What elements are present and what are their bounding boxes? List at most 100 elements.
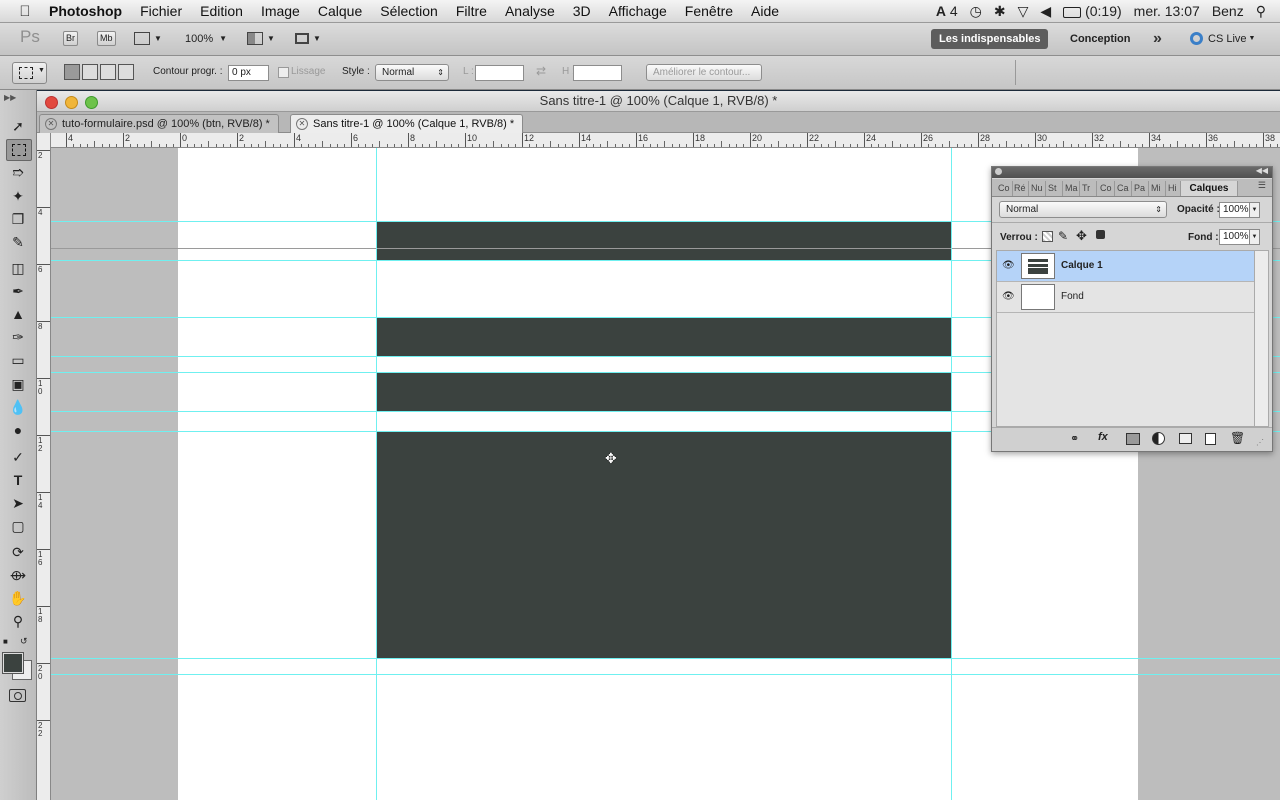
healing-brush-tool-icon[interactable]: ◫: [6, 258, 30, 278]
tab-reglages[interactable]: Ré: [1012, 181, 1029, 196]
hand-tool-icon[interactable]: ✋: [6, 588, 30, 608]
collapse-panel-icon[interactable]: ◀◀: [1256, 166, 1268, 175]
menu-affichage[interactable]: Affichage: [600, 3, 676, 19]
height-input[interactable]: [573, 65, 622, 81]
lock-transparency-icon[interactable]: [1042, 231, 1053, 242]
history-brush-tool-icon[interactable]: ✑: [6, 327, 30, 347]
opacity-slider-toggle[interactable]: ▼: [1249, 202, 1260, 218]
lock-position-icon[interactable]: ✥: [1076, 228, 1087, 244]
resize-grip-icon[interactable]: ⋰: [1256, 438, 1264, 447]
adobe-updates[interactable]: A 4: [936, 3, 958, 19]
guide-horizontal[interactable]: [51, 674, 1280, 675]
menu-filtre[interactable]: Filtre: [447, 3, 496, 19]
add-to-selection-icon[interactable]: [82, 64, 98, 80]
eyedropper-tool-icon[interactable]: ✎: [6, 232, 30, 252]
collapse-tools-icon[interactable]: ▶▶: [4, 93, 16, 102]
type-tool-icon[interactable]: T: [6, 470, 30, 490]
menu-image[interactable]: Image: [252, 3, 309, 19]
tab-nuancier[interactable]: Nu: [1029, 181, 1046, 196]
tab-mini-bridge[interactable]: Mi: [1149, 181, 1166, 196]
new-group-icon[interactable]: [1179, 433, 1192, 444]
link-layers-icon[interactable]: ⚭: [1070, 432, 1079, 445]
tab-styles[interactable]: St: [1046, 181, 1063, 196]
quick-mask-icon[interactable]: [9, 689, 26, 702]
layer-row-calque-1[interactable]: 👁 Calque 1: [997, 251, 1255, 282]
tab-couches[interactable]: Co: [1098, 181, 1115, 196]
zoom-window-icon[interactable]: [85, 96, 98, 109]
menu-aide[interactable]: Aide: [742, 3, 788, 19]
apple-menu-icon[interactable]: : [10, 3, 40, 20]
add-mask-icon[interactable]: [1126, 433, 1140, 445]
pen-tool-icon[interactable]: ✓: [6, 447, 30, 467]
magic-wand-tool-icon[interactable]: ✦: [6, 186, 30, 206]
workspace-conception[interactable]: Conception: [1062, 29, 1139, 49]
foreground-color-swatch[interactable]: [2, 652, 24, 674]
default-colors-icon[interactable]: ■: [3, 637, 8, 646]
swap-colors-icon[interactable]: ↺: [20, 636, 28, 647]
close-panel-icon[interactable]: [995, 168, 1002, 175]
menu-fenetre[interactable]: Fenêtre: [676, 3, 742, 19]
layer-style-icon[interactable]: fx: [1098, 431, 1108, 443]
tab-masques[interactable]: Ma: [1063, 181, 1080, 196]
width-input[interactable]: [475, 65, 524, 81]
time-machine-icon[interactable]: ◷: [970, 3, 982, 20]
fill-input[interactable]: 100%: [1219, 229, 1250, 245]
bluetooth-icon[interactable]: ✱: [994, 3, 1006, 20]
tab-calques[interactable]: Calques: [1180, 181, 1238, 196]
panel-header[interactable]: ◀◀: [992, 166, 1272, 178]
opacity-input[interactable]: 100%: [1219, 202, 1250, 218]
vertical-ruler[interactable]: 2 4 6 8 1 0 1 2 1 4 1 6 1 8 2 0 2 2: [37, 133, 51, 800]
menu-calque[interactable]: Calque: [309, 3, 371, 19]
layers-scrollbar[interactable]: [1254, 250, 1269, 427]
tool-preset-picker[interactable]: ▼: [12, 62, 47, 84]
rect-marquee-tool-icon[interactable]: [6, 139, 32, 161]
menu-photoshop[interactable]: Photoshop: [40, 3, 131, 19]
menu-analyse[interactable]: Analyse: [496, 3, 564, 19]
menu-edition[interactable]: Edition: [191, 3, 252, 19]
brush-tool-icon[interactable]: ✒: [6, 281, 30, 301]
swap-dimensions-icon[interactable]: ⇄: [536, 64, 546, 78]
visibility-eye-icon[interactable]: 👁: [1002, 260, 1015, 271]
tab-sans-titre-1[interactable]: ✕ Sans titre-1 @ 100% (Calque 1, RVB/8) …: [290, 114, 524, 133]
dodge-tool-icon[interactable]: ●: [6, 420, 30, 440]
cs-live-menu[interactable]: CS Live ▼: [1190, 30, 1255, 47]
lock-all-icon[interactable]: [1096, 230, 1105, 239]
minimize-window-icon[interactable]: [65, 96, 78, 109]
screen-mode-menu[interactable]: ▼: [295, 30, 321, 47]
layer-row-fond[interactable]: 👁 Fond: [997, 282, 1255, 313]
3d-orbit-tool-icon[interactable]: ⟴: [6, 565, 30, 585]
wifi-icon[interactable]: ▽: [1018, 3, 1029, 20]
close-tab-icon[interactable]: ✕: [45, 118, 57, 130]
user-name[interactable]: Benz: [1212, 3, 1244, 19]
paint-bucket-tool-icon[interactable]: ▣: [6, 374, 30, 394]
extras-menu[interactable]: ▼: [134, 30, 162, 47]
guide-vertical[interactable]: [951, 148, 952, 800]
mini-bridge-button[interactable]: Mb: [97, 30, 116, 47]
menu-3d[interactable]: 3D: [564, 3, 600, 19]
more-workspaces-button[interactable]: »: [1145, 29, 1170, 49]
visibility-eye-icon[interactable]: 👁: [1002, 291, 1015, 302]
crop-tool-icon[interactable]: ❐: [6, 209, 30, 229]
intersect-selection-icon[interactable]: [118, 64, 134, 80]
style-select[interactable]: Normal ⇕: [375, 64, 449, 81]
guide-vertical[interactable]: [376, 148, 377, 800]
blur-tool-icon[interactable]: 💧: [6, 397, 30, 417]
feather-input[interactable]: 0 px: [228, 65, 269, 81]
antialias-checkbox[interactable]: [278, 67, 289, 78]
menu-fichier[interactable]: Fichier: [131, 3, 191, 19]
clock[interactable]: mer. 13:07: [1134, 3, 1200, 19]
workspace-les-indispensables[interactable]: Les indispensables: [931, 29, 1049, 49]
tab-traces[interactable]: Tr: [1080, 181, 1097, 196]
zoom-tool-icon[interactable]: ⚲: [6, 611, 30, 631]
new-selection-icon[interactable]: [64, 64, 80, 80]
new-layer-icon[interactable]: [1205, 433, 1216, 445]
battery-status[interactable]: (0:19): [1063, 3, 1122, 19]
blend-mode-select[interactable]: Normal ⇕: [999, 201, 1167, 218]
lasso-tool-icon[interactable]: ➱: [6, 162, 30, 182]
refine-edge-button[interactable]: Améliorer le contour...: [646, 64, 762, 81]
lock-pixels-icon[interactable]: ✎: [1058, 229, 1068, 243]
fill-slider-toggle[interactable]: ▼: [1249, 229, 1260, 245]
spotlight-search-icon[interactable]: ⚲: [1256, 3, 1266, 20]
3d-rotate-tool-icon[interactable]: ⟳: [6, 542, 30, 562]
close-window-icon[interactable]: [45, 96, 58, 109]
